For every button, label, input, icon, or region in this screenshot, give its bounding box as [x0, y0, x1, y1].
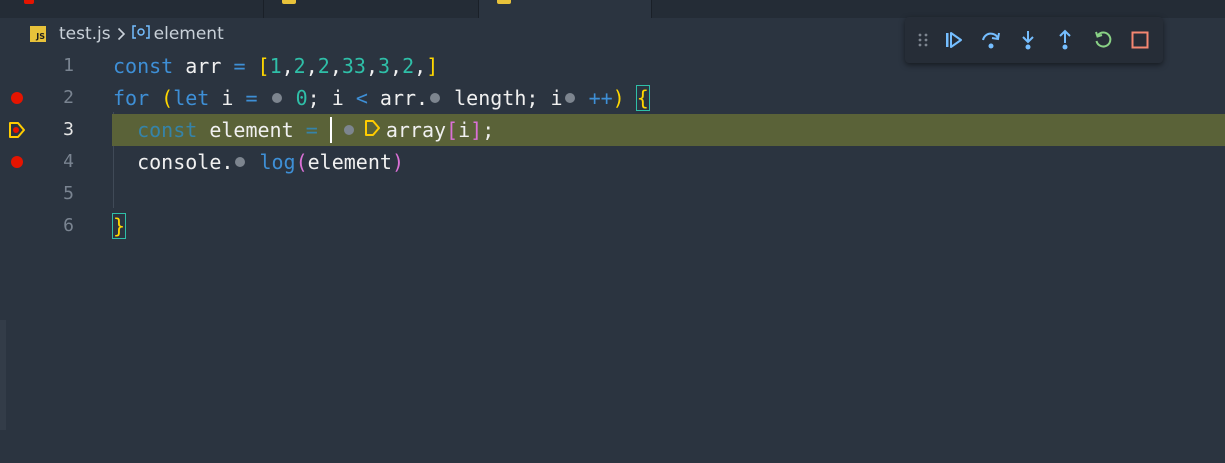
line-number: 4 — [63, 151, 74, 172]
number: 2 — [317, 54, 330, 78]
paren: ) — [391, 150, 404, 174]
comma: , — [329, 54, 342, 78]
paren: ( — [295, 150, 308, 174]
code-text[interactable]: console. log(element) — [113, 146, 404, 178]
step-over-icon[interactable] — [979, 28, 1003, 52]
number: 0 — [295, 86, 308, 110]
debug-toolbar — [905, 17, 1163, 63]
tab-bar-filler — [652, 0, 1225, 18]
inline-breakpoint-icon[interactable] — [235, 156, 246, 167]
editor-tab-bar — [0, 0, 1225, 18]
bracket: [ — [257, 54, 270, 78]
tab-2[interactable] — [264, 0, 479, 18]
keyword: const — [113, 54, 174, 78]
identifier: element — [307, 150, 392, 174]
inline-breakpoint-icon[interactable] — [271, 92, 282, 103]
identifier: arr. — [367, 86, 429, 110]
breakpoint-icon[interactable] — [11, 92, 23, 104]
number: 1 — [269, 54, 282, 78]
code-line-5[interactable]: 5 — [0, 178, 1225, 210]
number: 3 — [378, 54, 391, 78]
identifier: array — [385, 118, 447, 142]
identifier: console. — [137, 150, 234, 174]
operator: < — [355, 86, 368, 110]
operator: = — [305, 118, 318, 142]
identifier: i — [209, 86, 246, 110]
breakpoint-icon[interactable] — [11, 156, 23, 168]
operator: = — [245, 86, 258, 110]
continue-icon[interactable] — [942, 28, 966, 52]
function-name: log — [259, 150, 296, 174]
inline-execution-arrow-icon[interactable] — [364, 114, 382, 146]
identifier: length; i — [454, 86, 563, 110]
number: 2 — [402, 54, 415, 78]
bracket: [ — [446, 118, 459, 142]
breadcrumb-symbol[interactable]: element — [154, 24, 224, 44]
inline-breakpoint-icon[interactable] — [430, 92, 441, 103]
line-number: 6 — [63, 215, 74, 236]
code-line-4[interactable]: 4 console. log(element) — [0, 146, 1225, 178]
comma: , — [414, 54, 427, 78]
keyword: for — [113, 86, 150, 110]
tab-file-icon — [24, 0, 34, 4]
identifier: ; i — [307, 86, 356, 110]
tab-file-icon — [282, 0, 296, 4]
paren: ) — [612, 86, 625, 110]
paren: ( — [161, 86, 174, 110]
code-line-3-current[interactable]: 3 const element = array[i]; — [0, 114, 1225, 146]
number: 33 — [341, 54, 366, 78]
tab-3[interactable] — [479, 0, 652, 18]
semicolon: ; — [482, 118, 495, 142]
code-text[interactable]: for (let i = 0; i < arr. length; i ++) { — [113, 82, 650, 114]
line-number: 3 — [63, 119, 74, 140]
text-cursor — [329, 116, 332, 143]
inline-breakpoint-icon[interactable] — [564, 92, 575, 103]
stop-icon[interactable] — [1128, 28, 1152, 52]
identifier: element — [197, 118, 306, 142]
scroll-edge — [0, 320, 6, 430]
bracket: ] — [470, 118, 483, 142]
chevron-right-icon — [117, 27, 126, 41]
operator: ++ — [588, 86, 613, 110]
bracket: ] — [426, 54, 439, 78]
restart-icon[interactable] — [1091, 28, 1115, 52]
breadcrumb: JS test.js element — [30, 22, 224, 46]
code-text[interactable]: } — [111, 210, 127, 242]
comma: , — [281, 54, 294, 78]
step-into-icon[interactable] — [1016, 28, 1040, 52]
inline-breakpoint-icon[interactable] — [343, 124, 354, 135]
code-line-6[interactable]: 6 } — [0, 210, 1225, 242]
operator: = — [233, 54, 246, 78]
line-number: 5 — [63, 183, 74, 204]
line-number: 1 — [63, 55, 74, 76]
line-number: 2 — [63, 87, 74, 108]
brace: } — [111, 213, 127, 239]
comma: , — [390, 54, 403, 78]
keyword: const — [137, 118, 198, 142]
js-file-icon: JS — [30, 26, 46, 42]
code-text[interactable]: const element = array[i]; — [113, 114, 494, 146]
number: 2 — [293, 54, 306, 78]
keyword: let — [173, 86, 210, 110]
tab-file-icon — [497, 0, 511, 4]
comma: , — [305, 54, 318, 78]
breadcrumb-file[interactable]: test.js — [59, 24, 111, 44]
code-editor[interactable]: 1 const arr = [1,2,2,33,3,2,] 2 for (let… — [0, 48, 1225, 463]
comma: , — [365, 54, 378, 78]
step-out-icon[interactable] — [1053, 28, 1077, 52]
code-line-2[interactable]: 2 for (let i = 0; i < arr. length; i ++)… — [0, 82, 1225, 114]
drag-handle-icon[interactable] — [915, 28, 931, 52]
code-text[interactable]: const arr = [1,2,2,33,3,2,] — [113, 50, 438, 82]
execution-pointer-icon[interactable] — [7, 120, 27, 144]
identifier: i — [458, 118, 471, 142]
tab-1[interactable] — [0, 0, 264, 18]
identifier: arr — [173, 54, 234, 78]
variable-symbol-icon — [131, 25, 150, 43]
brace: { — [635, 85, 650, 111]
